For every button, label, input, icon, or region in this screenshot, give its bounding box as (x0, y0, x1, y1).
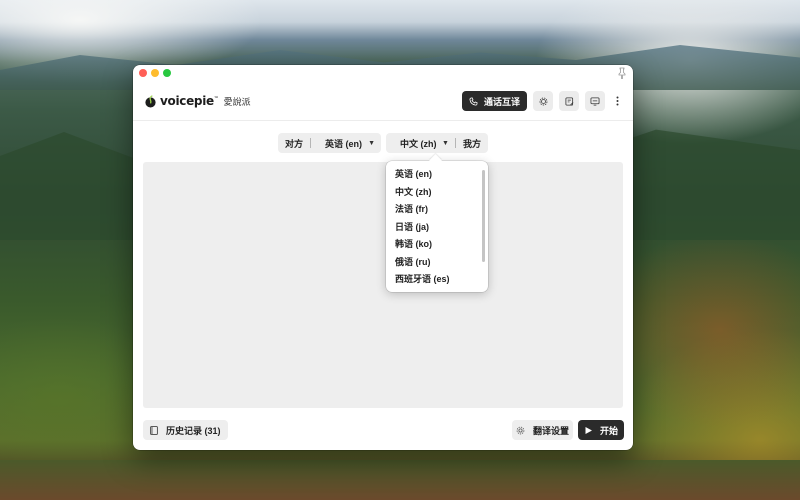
phone-icon (469, 96, 478, 106)
language-option-zh[interactable]: 中文 (zh) (386, 184, 480, 202)
translate-settings-label: 翻译设置 (532, 425, 569, 436)
minimize-window-button[interactable] (151, 69, 159, 77)
more-menu-button[interactable] (611, 91, 623, 111)
language-option-ko[interactable]: 韩语 (ko) (386, 236, 480, 254)
translate-settings-button[interactable]: 翻译设置 (512, 420, 573, 440)
other-side-language-group: 对方 英语 (en) ▼ (278, 133, 381, 153)
title-bar (133, 65, 633, 82)
other-side-language-value: 英语 (en) (325, 138, 363, 149)
start-label: 开始 (599, 425, 618, 436)
history-label: 历史记录 (31) (166, 425, 221, 436)
transcript-area (143, 162, 623, 408)
logo-mark-icon (145, 94, 156, 108)
screen-subtitle-icon (590, 96, 600, 106)
book-icon (150, 425, 158, 435)
caret-down-icon: ▼ (442, 139, 449, 147)
subtitle-screen-button[interactable] (585, 91, 605, 111)
language-option-fr[interactable]: 法语 (fr) (386, 201, 480, 219)
app-header: voicepie™ 愛說派 通话互译 (133, 82, 633, 121)
dropdown-pointer (429, 154, 442, 167)
caret-down-icon: ▼ (368, 139, 375, 147)
call-translate-label: 通话互译 (483, 96, 520, 107)
my-language-value: 中文 (zh) (400, 138, 437, 149)
logo-chinese-name: 愛說派 (223, 96, 251, 107)
language-option-en[interactable]: 英语 (en) (386, 166, 480, 184)
ai-settings-button[interactable] (533, 91, 553, 111)
other-side-label: 对方 (285, 138, 304, 149)
notes-icon (564, 96, 573, 106)
language-dropdown-menu: 英语 (en) 中文 (zh) 法语 (fr) 日语 (ja) 韩语 (ko) … (386, 154, 488, 292)
my-side-language-group: 中文 (zh) ▼ 我方 (386, 133, 488, 153)
settings-gear-icon (539, 97, 547, 105)
maximize-window-button[interactable] (163, 69, 171, 77)
app-window: voicepie™ 愛說派 通话互译 对方 英语 (en) ▼ 中文 (zh) … (133, 65, 633, 450)
start-button[interactable]: 开始 (578, 420, 624, 440)
language-option-list: 英语 (en) 中文 (zh) 法语 (fr) 日语 (ja) 韩语 (ko) … (386, 166, 480, 289)
language-option-ru[interactable]: 俄语 (ru) (386, 254, 480, 272)
play-icon (585, 426, 592, 434)
close-window-button[interactable] (139, 69, 147, 77)
logo-wordmark: voicepie™ (160, 94, 219, 108)
language-option-ja[interactable]: 日语 (ja) (386, 219, 480, 237)
my-language-select[interactable]: 中文 (zh) ▼ (386, 137, 455, 150)
pin-icon[interactable] (617, 67, 627, 79)
my-side-label: 我方 (462, 138, 481, 149)
more-vertical-icon (616, 96, 618, 106)
call-translate-button[interactable]: 通话互译 (461, 91, 527, 111)
language-bar: 对方 英语 (en) ▼ 中文 (zh) ▼ 我方 (133, 133, 633, 153)
other-side-language-select[interactable]: 英语 (en) ▼ (311, 137, 381, 150)
language-option-es[interactable]: 西班牙语 (es) (386, 271, 480, 289)
app-logo: voicepie™ 愛說派 (144, 94, 251, 108)
ground (0, 460, 800, 500)
history-button[interactable]: 历史记录 (31) (143, 420, 228, 440)
notes-button[interactable] (559, 91, 579, 111)
gear-icon (516, 426, 525, 434)
dropdown-scrollbar[interactable] (482, 170, 485, 262)
